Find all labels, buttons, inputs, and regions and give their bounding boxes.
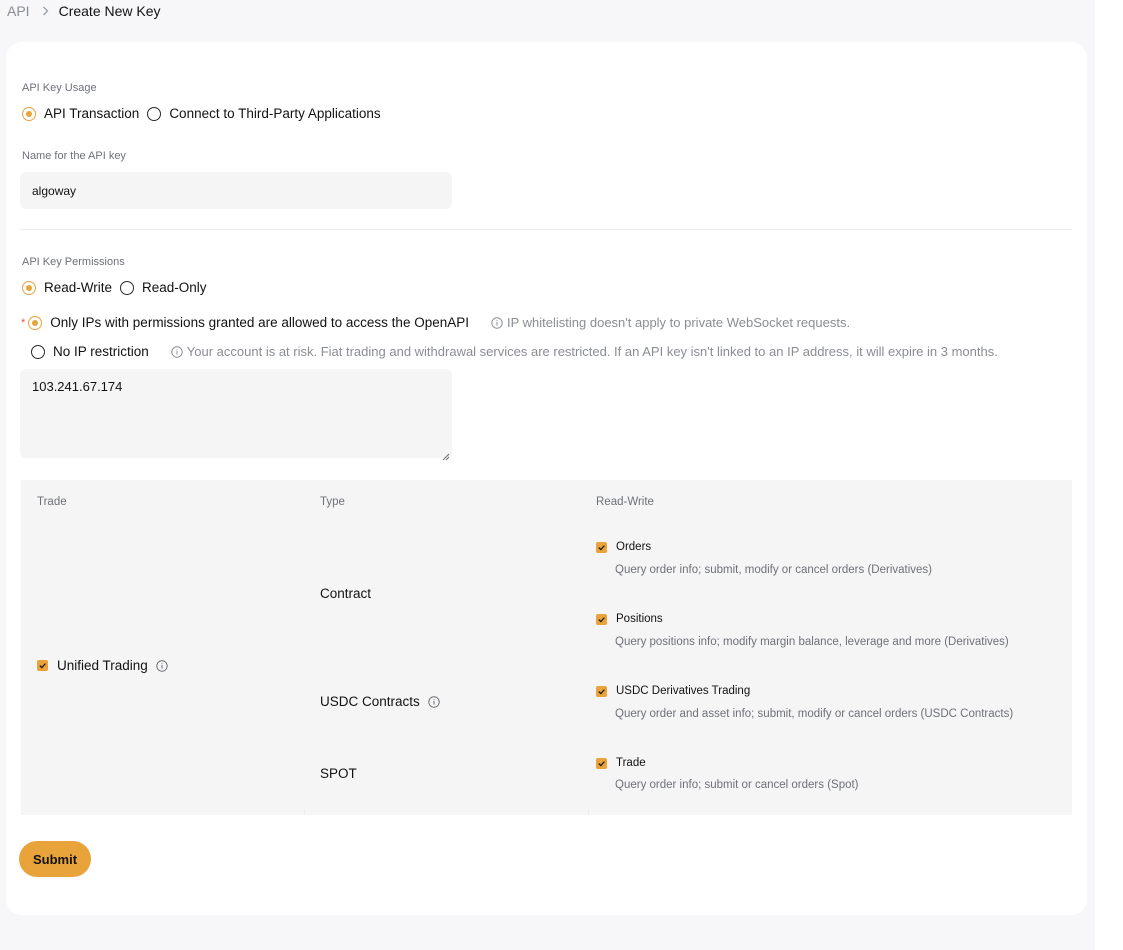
check-icon <box>596 685 607 697</box>
usage-option-api-transaction[interactable]: API Transaction <box>22 106 139 121</box>
create-key-card: API Key Usage API Transaction Connect to… <box>6 42 1087 915</box>
perm-usdc-derivatives-checkbox[interactable]: USDC Derivatives Trading <box>596 685 750 697</box>
type-spot: SPOT <box>320 766 357 781</box>
radio-unselected-icon <box>147 106 162 121</box>
table-header-trade: Trade <box>37 496 67 508</box>
ip-restricted-row: * Only IPs with permissions granted are … <box>21 315 850 330</box>
ip-restricted-label: Only IPs with permissions granted are al… <box>50 315 469 330</box>
column-divider <box>588 809 589 815</box>
permission-option-read-only[interactable]: Read-Only <box>120 280 207 295</box>
perm-title: USDC Derivatives Trading <box>616 685 751 697</box>
perm-positions-checkbox[interactable]: Positions <box>596 613 663 625</box>
ip-unrestricted-row: No IP restriction Your account is at ris… <box>31 344 998 359</box>
required-asterisk: * <box>21 316 26 329</box>
resize-grip-icon[interactable] <box>442 448 450 461</box>
section-divider <box>20 229 1072 230</box>
permissions-radio-group: Read-Write Read-Only <box>22 280 215 295</box>
perm-description: Query order and asset info; submit, modi… <box>615 708 1014 720</box>
submit-button[interactable]: Submit <box>19 841 91 877</box>
info-icon[interactable] <box>428 695 440 708</box>
unified-trading-checkbox[interactable]: Unified Trading <box>37 658 172 673</box>
radio-unselected-icon <box>31 344 45 359</box>
right-edge-strip <box>1095 0 1123 950</box>
info-icon[interactable] <box>156 659 168 672</box>
check-icon <box>596 757 607 769</box>
permissions-table: Trade Type Read-Write Unified Trading Co… <box>21 480 1072 815</box>
usage-option-third-party[interactable]: Connect to Third-Party Applications <box>147 106 381 121</box>
name-label: Name for the API key <box>22 150 126 162</box>
check-icon <box>596 613 607 625</box>
ip-address-textarea[interactable] <box>20 369 452 458</box>
perm-description: Query order info; submit or cancel order… <box>615 779 859 791</box>
ip-restricted-hint-text: IP whitelisting doesn't apply to private… <box>507 315 851 330</box>
permission-option-read-write[interactable]: Read-Write <box>22 280 112 295</box>
ip-unrestricted-hint: Your account is at risk. Fiat trading an… <box>171 344 998 359</box>
usage-label: API Key Usage <box>22 82 97 94</box>
unified-trading-label: Unified Trading <box>57 658 148 673</box>
check-icon <box>596 541 607 553</box>
ip-option-restricted[interactable]: Only IPs with permissions granted are al… <box>28 315 469 330</box>
radio-selected-icon <box>22 280 36 295</box>
breadcrumb-current: Create New Key <box>58 3 161 19</box>
ip-unrestricted-hint-text: Your account is at risk. Fiat trading an… <box>186 344 998 359</box>
perm-title: Positions <box>616 613 663 625</box>
ip-option-no-restriction[interactable]: No IP restriction <box>31 344 149 359</box>
perm-description: Query order info; submit, modify or canc… <box>615 564 932 576</box>
chevron-right-icon <box>42 6 49 16</box>
perm-description: Query positions info; modify margin bala… <box>615 636 1009 648</box>
type-usdc-label: USDC Contracts <box>320 694 420 709</box>
permission-option-label: Read-Only <box>142 280 207 295</box>
perm-spot-trade-checkbox[interactable]: Trade <box>596 757 646 769</box>
radio-selected-icon <box>28 315 43 330</box>
usage-radio-group: API Transaction Connect to Third-Party A… <box>22 106 389 121</box>
permission-option-label: Read-Write <box>44 280 113 295</box>
info-icon <box>491 316 503 329</box>
api-key-name-input[interactable] <box>20 172 452 209</box>
usage-option-label: Connect to Third-Party Applications <box>169 106 381 121</box>
usage-option-label: API Transaction <box>44 106 140 121</box>
permissions-label: API Key Permissions <box>22 256 125 268</box>
radio-unselected-icon <box>120 280 135 295</box>
table-header-type: Type <box>320 496 345 508</box>
type-usdc-contracts: USDC Contracts <box>320 694 444 709</box>
column-divider <box>304 809 305 815</box>
breadcrumb: API Create New Key <box>7 2 161 20</box>
info-icon <box>171 345 183 358</box>
breadcrumb-api-link[interactable]: API <box>7 3 30 19</box>
table-header-read-write: Read-Write <box>596 496 654 508</box>
check-icon <box>37 660 48 671</box>
ip-restricted-hint: IP whitelisting doesn't apply to private… <box>491 315 850 330</box>
perm-orders-checkbox[interactable]: Orders <box>596 541 651 553</box>
ip-unrestricted-label: No IP restriction <box>53 344 149 359</box>
perm-title: Trade <box>616 757 646 769</box>
perm-title: Orders <box>616 541 652 553</box>
radio-selected-icon <box>22 106 36 121</box>
type-contract: Contract <box>320 586 372 601</box>
